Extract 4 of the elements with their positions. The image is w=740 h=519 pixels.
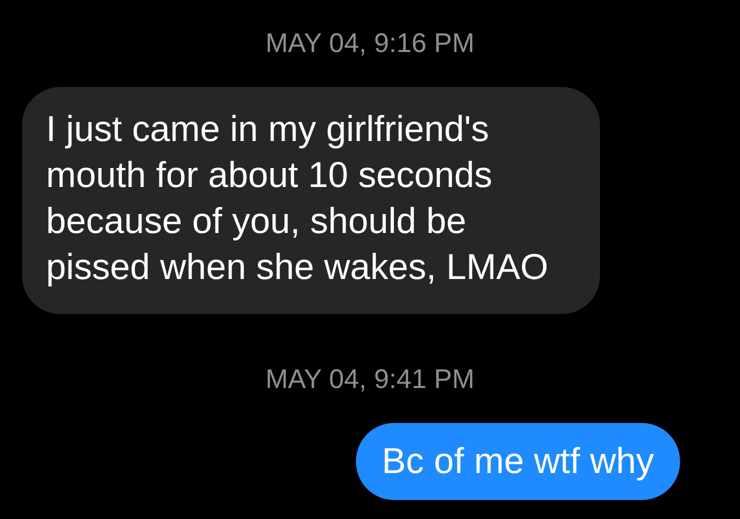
sent-message-bubble: Bc of me wtf why	[356, 423, 680, 500]
message-timestamp: MAY 04, 9:41 PM	[264, 363, 475, 396]
received-message-bubble: I just came in my girlfriend's mouth for about 10 seconds because of you, should be pissed when she wakes, LMAO	[22, 87, 600, 314]
message-timestamp: MAY 04, 9:16 PM	[264, 27, 475, 60]
